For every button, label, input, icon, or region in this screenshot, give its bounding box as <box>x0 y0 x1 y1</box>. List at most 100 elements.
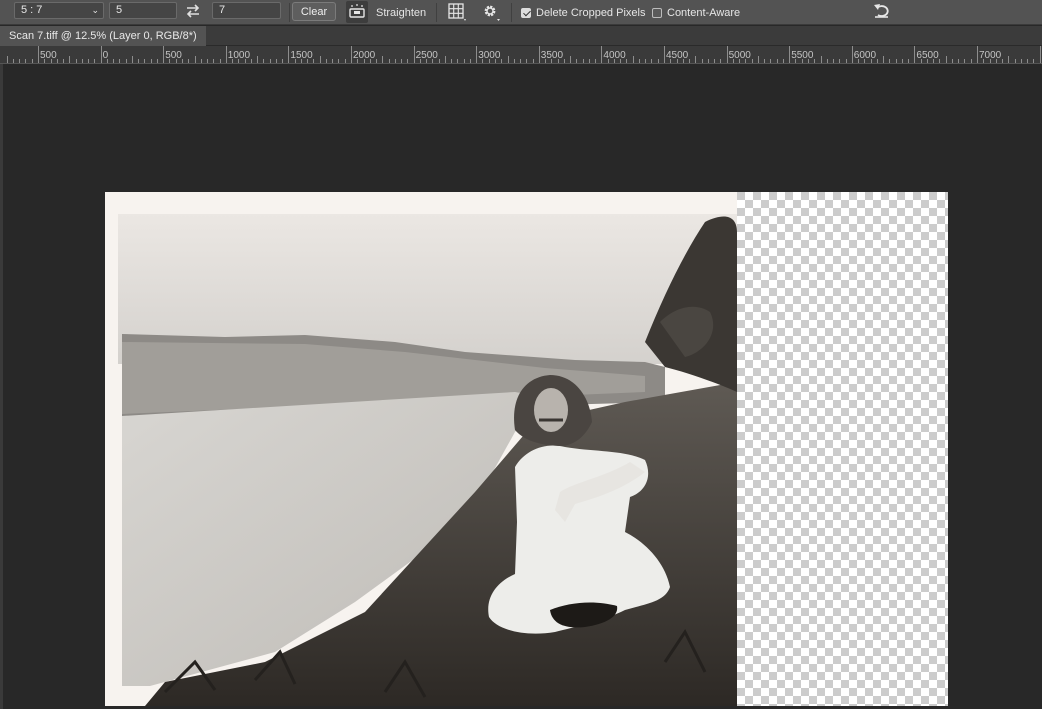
ruler-tick <box>94 59 96 63</box>
checkbox-unchecked-icon <box>652 7 662 18</box>
ruler-tick <box>908 59 910 63</box>
options-bar: 5 : 7 ⌄ 5 7 Clear Straighten Delete Crop… <box>0 0 1042 25</box>
ruler-tick <box>707 59 709 63</box>
ruler-tick <box>119 59 121 63</box>
ruler-tick <box>451 59 453 63</box>
ruler-label: 6500 <box>916 50 939 61</box>
gear-icon[interactable] <box>481 2 501 22</box>
photo-image <box>105 192 737 706</box>
ruler-tick <box>889 59 891 63</box>
ruler-tick <box>939 59 941 63</box>
ruler-tick <box>181 59 183 63</box>
delete-cropped-label: Delete Cropped Pixels <box>536 6 646 19</box>
level-icon[interactable] <box>346 1 368 23</box>
ruler-tick <box>895 59 897 63</box>
horizontal-ruler[interactable]: 500 0 500 1000 1500 2000 2500 3000 3500 4000 4500 5… <box>0 46 1042 64</box>
swap-arrows-icon[interactable] <box>184 2 202 20</box>
ruler-tick <box>144 59 146 63</box>
ruler-label: 6000 <box>853 50 877 61</box>
ruler-tick <box>332 59 334 63</box>
ruler-label: 4000 <box>603 50 626 61</box>
ruler-tick <box>275 59 277 63</box>
ruler-tick <box>6 56 8 63</box>
crop-width-input[interactable]: 5 <box>109 2 177 19</box>
ruler-tick <box>1020 59 1022 63</box>
ruler-tick <box>595 59 597 63</box>
grid-icon[interactable] <box>447 2 467 22</box>
document-tab-bar: Scan 7.tiff @ 12.5% (Layer 0, RGB/8*) <box>0 26 1042 46</box>
ruler-tick <box>914 46 916 63</box>
ruler-tick <box>438 59 440 63</box>
document-canvas[interactable] <box>105 192 948 706</box>
ruler-tick <box>770 59 772 63</box>
ratio-preset-value: 5 : 7 <box>21 4 43 16</box>
ruler-tick <box>1008 56 1010 63</box>
ruler-tick <box>319 56 321 63</box>
ruler-tick <box>833 59 835 63</box>
ruler-tick <box>150 59 152 63</box>
ruler-tick <box>638 59 640 63</box>
ruler-tick <box>75 59 77 63</box>
ruler-tick <box>726 46 728 63</box>
ruler-tick <box>19 59 21 63</box>
ruler-tick <box>1027 59 1029 63</box>
ruler-tick <box>883 56 885 63</box>
ruler-tick <box>38 46 39 63</box>
clear-button[interactable]: Clear <box>292 2 336 21</box>
ruler-tick <box>570 56 572 63</box>
ruler-tick <box>776 59 778 63</box>
ruler-label: 1000 <box>227 50 251 61</box>
ruler-tick <box>1014 59 1016 63</box>
ruler-tick <box>563 59 565 63</box>
ruler-tick <box>344 59 346 63</box>
ruler-tick <box>964 59 966 63</box>
ruler-label: 2500 <box>415 50 438 61</box>
ruler-tick <box>194 56 196 63</box>
ruler-tick <box>689 59 691 63</box>
ruler-tick <box>313 59 315 63</box>
ruler-tick <box>513 59 515 63</box>
ruler-tick <box>382 56 384 63</box>
ruler-tick <box>757 56 759 63</box>
ruler-tick <box>751 59 753 63</box>
ruler-tick <box>845 59 847 63</box>
ruler-tick <box>88 59 90 63</box>
ruler-label: 3500 <box>540 50 564 61</box>
ruler-tick <box>582 59 584 63</box>
ruler-label: 0 <box>102 50 109 61</box>
ruler-label: 5000 <box>728 50 751 61</box>
ruler-tick <box>951 59 953 63</box>
ruler-label: 500 <box>165 50 182 61</box>
ruler-tick <box>225 46 227 63</box>
ruler-tick <box>901 59 903 63</box>
ruler-tick <box>588 59 590 63</box>
ruler-tick <box>720 59 722 63</box>
ruler-tick <box>977 46 978 63</box>
document-tab-title: Scan 7.tiff @ 12.5% (Layer 0, RGB/8*) <box>9 30 197 42</box>
ruler-tick <box>820 56 822 63</box>
ruler-tick <box>457 59 459 63</box>
ruler-tick <box>163 46 165 63</box>
document-tab[interactable]: Scan 7.tiff @ 12.5% (Layer 0, RGB/8*) <box>0 26 206 46</box>
undo-icon[interactable] <box>872 1 892 21</box>
ruler-tick <box>138 59 140 63</box>
ruler-tick <box>851 46 853 63</box>
content-aware-checkbox[interactable]: Content-Aware <box>652 0 740 25</box>
ruler-tick <box>764 59 766 63</box>
ruler-tick <box>257 56 259 63</box>
ruler-tick <box>63 59 65 63</box>
ruler-tick <box>1033 59 1035 63</box>
delete-cropped-checkbox[interactable]: Delete Cropped Pixels <box>521 0 645 25</box>
ruler-tick <box>958 59 960 63</box>
ruler-tick <box>200 59 202 63</box>
ruler-tick <box>388 59 390 63</box>
ruler-tick <box>1002 59 1004 63</box>
ruler-tick <box>207 59 209 63</box>
crop-height-input[interactable]: 7 <box>212 2 281 19</box>
ratio-preset-select[interactable]: 5 : 7 ⌄ <box>14 2 104 19</box>
ruler-tick <box>263 59 265 63</box>
ruler-tick <box>520 59 522 63</box>
ruler-tick <box>25 59 27 63</box>
ruler-tick <box>632 56 634 63</box>
straighten-label[interactable]: Straighten <box>376 0 426 25</box>
